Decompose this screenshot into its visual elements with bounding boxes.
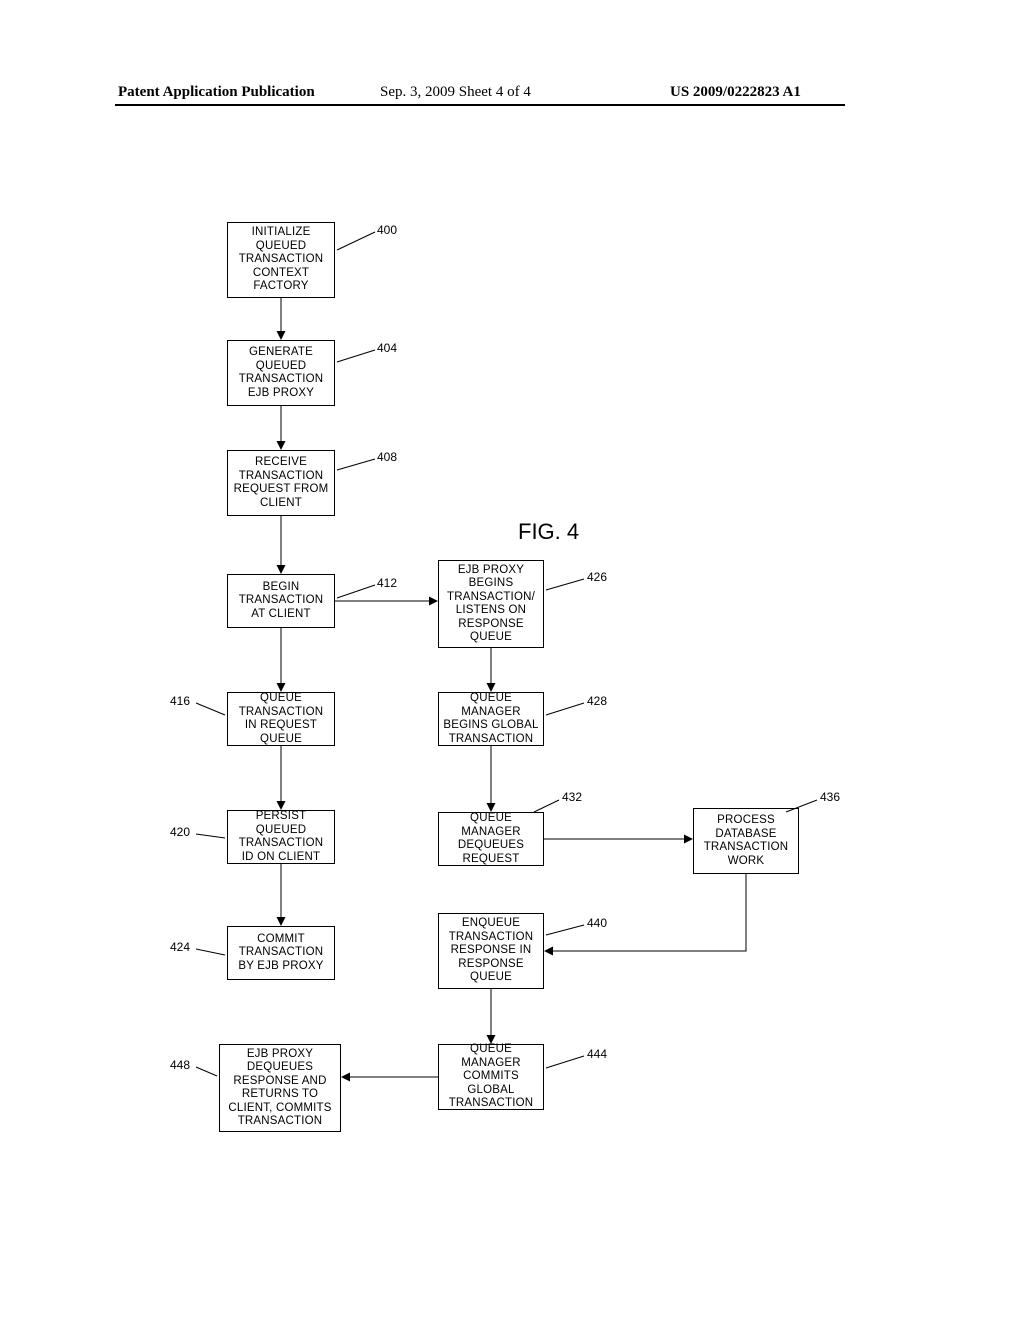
box-400: INITIALIZE QUEUED TRANSACTION CONTEXT FA… [227,222,335,298]
box-408: RECEIVE TRANSACTION REQUEST FROM CLIENT [227,450,335,516]
box-424: COMMIT TRANSACTION BY EJB PROXY [227,926,335,980]
page-header: Patent Application Publication Sep. 3, 2… [0,84,1024,112]
box-412: BEGIN TRANSACTION AT CLIENT [227,574,335,628]
box-432: QUEUE MANAGER DEQUEUES REQUEST [438,812,544,866]
box-426: EJB PROXY BEGINS TRANSACTION/ LISTENS ON… [438,560,544,648]
label-436: 436 [820,790,840,804]
label-444: 444 [587,1047,607,1061]
label-440: 440 [587,916,607,930]
header-right: US 2009/0222823 A1 [670,84,801,101]
label-408: 408 [377,450,397,464]
label-404: 404 [377,341,397,355]
box-404: GENERATE QUEUED TRANSACTION EJB PROXY [227,340,335,406]
label-416: 416 [170,694,190,708]
label-424: 424 [170,940,190,954]
label-426: 426 [587,570,607,584]
box-420: PERSIST QUEUED TRANSACTION ID ON CLIENT [227,810,335,864]
figure-title: FIG. 4 [518,519,579,545]
label-432: 432 [562,790,582,804]
header-center: Sep. 3, 2009 Sheet 4 of 4 [380,84,531,101]
label-412: 412 [377,576,397,590]
box-444: QUEUE MANAGER COMMITS GLOBAL TRANSACTION [438,1044,544,1110]
diagram-arrows [0,0,1024,1320]
label-448: 448 [170,1058,190,1072]
box-428: QUEUE MANAGER BEGINS GLOBAL TRANSACTION [438,692,544,746]
header-left: Patent Application Publication [118,84,315,101]
box-416: QUEUE TRANSACTION IN REQUEST QUEUE [227,692,335,746]
label-420: 420 [170,825,190,839]
header-rule [115,104,845,106]
label-428: 428 [587,694,607,708]
box-440: ENQUEUE TRANSACTION RESPONSE IN RESPONSE… [438,913,544,989]
box-448: EJB PROXY DEQUEUES RESPONSE AND RETURNS … [219,1044,341,1132]
box-436: PROCESS DATABASE TRANSACTION WORK [693,808,799,874]
label-400: 400 [377,223,397,237]
